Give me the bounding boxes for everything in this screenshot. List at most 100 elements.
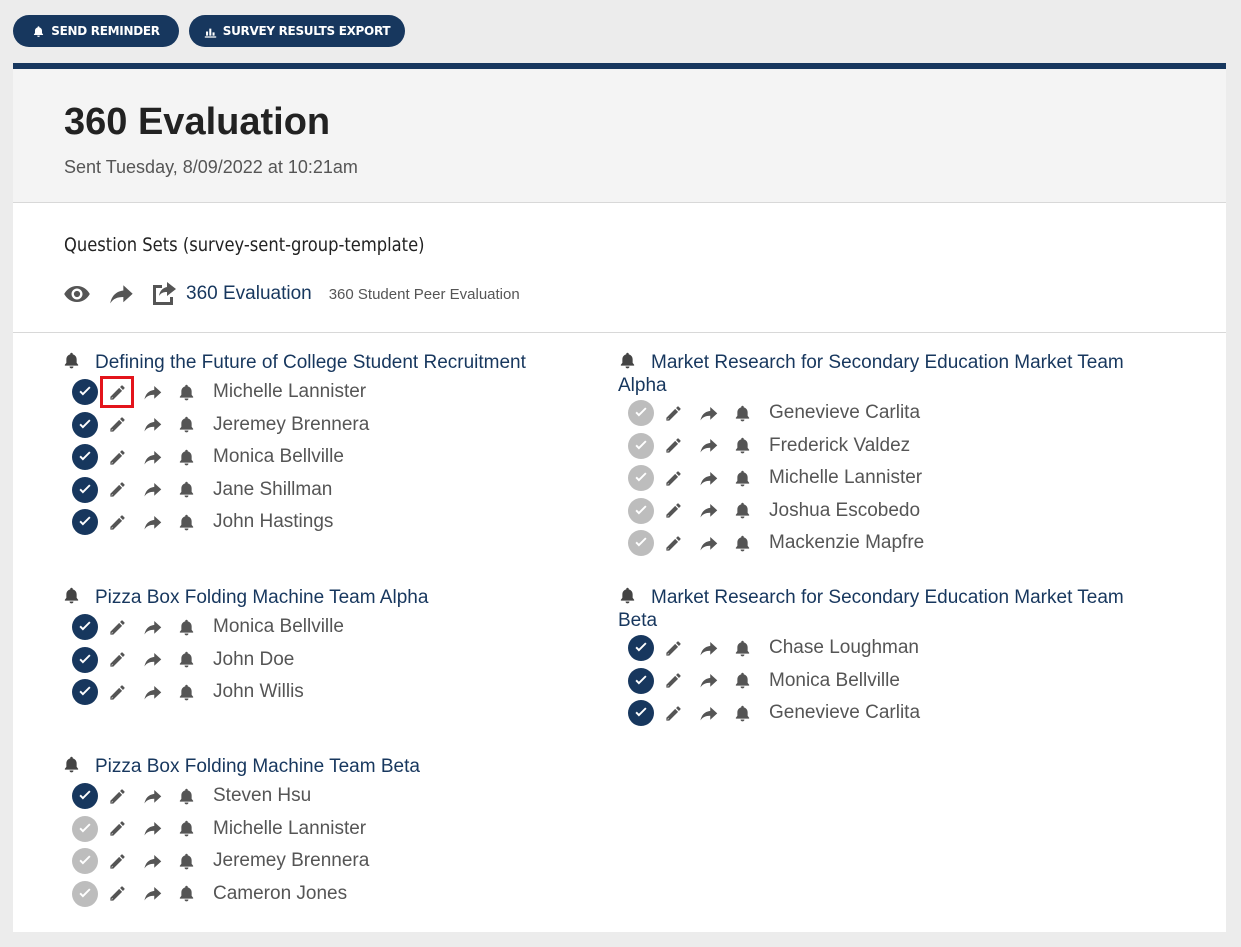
edit-response-button[interactable] [100,644,134,676]
edit-response-button[interactable] [656,430,690,462]
forward-member-button[interactable] [690,698,726,728]
forward-member-button[interactable] [690,666,726,696]
edit-response-button[interactable] [100,845,134,877]
question-set-link[interactable]: 360 Evaluation [186,283,312,305]
remind-member-button[interactable] [170,475,202,505]
member-row: Genevieve Carlita [618,397,1158,430]
check-icon [76,852,94,870]
share-icon [698,703,719,724]
edit-response-button[interactable] [100,376,134,409]
remind-member-button[interactable] [726,528,758,558]
check-icon [76,383,94,401]
forward-member-button[interactable] [690,528,726,558]
forward-member-button[interactable] [134,846,170,876]
forward-button[interactable] [107,280,135,308]
forward-member-button[interactable] [134,677,170,707]
share-icon [142,851,163,872]
group-title-link[interactable]: Market Research for Secondary Education … [618,351,1158,396]
remind-member-button[interactable] [170,507,202,537]
edit-response-button[interactable] [656,462,690,494]
forward-member-button[interactable] [134,645,170,675]
remind-member-button[interactable] [170,612,202,642]
remind-member-button[interactable] [726,666,758,696]
status-check-icon [72,783,98,810]
forward-member-button[interactable] [134,879,170,909]
edit-response-button[interactable] [656,632,690,664]
remind-member-button[interactable] [170,442,202,472]
edit-response-button[interactable] [656,397,690,429]
group-title-link[interactable]: Market Research for Secondary Education … [618,586,1158,631]
edit-response-button[interactable] [100,474,134,506]
check-icon [76,651,94,669]
edit-response-button[interactable] [656,495,690,527]
forward-member-button[interactable] [134,781,170,811]
remind-member-button[interactable] [170,781,202,811]
group-remind-button[interactable] [62,351,81,375]
check-icon [76,683,94,701]
remind-member-button[interactable] [170,410,202,440]
pencil-icon [108,448,127,467]
share-icon [698,468,719,489]
preview-button[interactable] [63,284,93,304]
group-remind-button[interactable] [62,755,81,779]
remind-member-button[interactable] [170,846,202,876]
remind-member-button[interactable] [170,814,202,844]
edit-response-button[interactable] [100,409,134,441]
send-reminder-button[interactable]: SEND REMINDER [13,15,179,47]
edit-response-button[interactable] [100,441,134,473]
edit-response-button[interactable] [100,780,134,812]
edit-response-button[interactable] [100,611,134,643]
remind-member-button[interactable] [170,645,202,675]
remind-member-button[interactable] [726,496,758,526]
remind-member-button[interactable] [726,431,758,461]
forward-member-button[interactable] [134,507,170,537]
member-row: Chase Loughman [618,632,1158,665]
edit-response-button[interactable] [100,676,134,708]
forward-member-button[interactable] [134,612,170,642]
forward-member-button[interactable] [134,814,170,844]
edit-response-button[interactable] [100,813,134,845]
status-check-icon [628,667,654,694]
edit-response-button[interactable] [656,697,690,729]
bell-icon [177,513,196,532]
edit-response-button[interactable] [656,665,690,697]
member-name: Michelle Lannister [213,381,367,403]
group-title-link[interactable]: Defining the Future of College Student R… [62,351,582,375]
forward-member-button[interactable] [690,398,726,428]
share-icon [698,403,719,424]
pencil-icon [108,513,127,532]
group-remind-button[interactable] [618,586,637,610]
member-name: Steven Hsu [213,785,312,807]
group-title-link[interactable]: Pizza Box Folding Machine Team Alpha [62,586,582,610]
survey-results-export-button[interactable]: SURVEY RESULTS EXPORT [189,15,405,47]
forward-member-button[interactable] [134,475,170,505]
remind-member-button[interactable] [170,879,202,909]
pencil-icon [108,787,127,806]
group-title-link[interactable]: Pizza Box Folding Machine Team Beta [62,755,582,779]
group-remind-button[interactable] [618,351,637,375]
bell-icon [733,534,752,553]
remind-member-button[interactable] [726,463,758,493]
forward-member-button[interactable] [134,377,170,407]
remind-member-button[interactable] [170,377,202,407]
remind-member-button[interactable] [726,398,758,428]
status-check-icon [72,646,98,673]
group-remind-button[interactable] [62,586,81,610]
forward-member-button[interactable] [690,633,726,663]
forward-member-button[interactable] [690,496,726,526]
remind-member-button[interactable] [726,698,758,728]
export-question-set-button[interactable] [150,280,178,308]
edit-response-button[interactable] [656,527,690,559]
forward-member-button[interactable] [690,463,726,493]
status-check-icon [628,465,654,492]
check-icon [76,885,94,903]
remind-member-button[interactable] [726,633,758,663]
forward-member-button[interactable] [134,442,170,472]
edit-response-button[interactable] [100,878,134,910]
forward-member-button[interactable] [690,431,726,461]
member-name: John Willis [213,681,304,703]
remind-member-button[interactable] [170,677,202,707]
forward-member-button[interactable] [134,410,170,440]
edit-response-button[interactable] [100,506,134,538]
question-sets-heading: Question Sets (survey-sent-group-templat… [64,234,425,256]
